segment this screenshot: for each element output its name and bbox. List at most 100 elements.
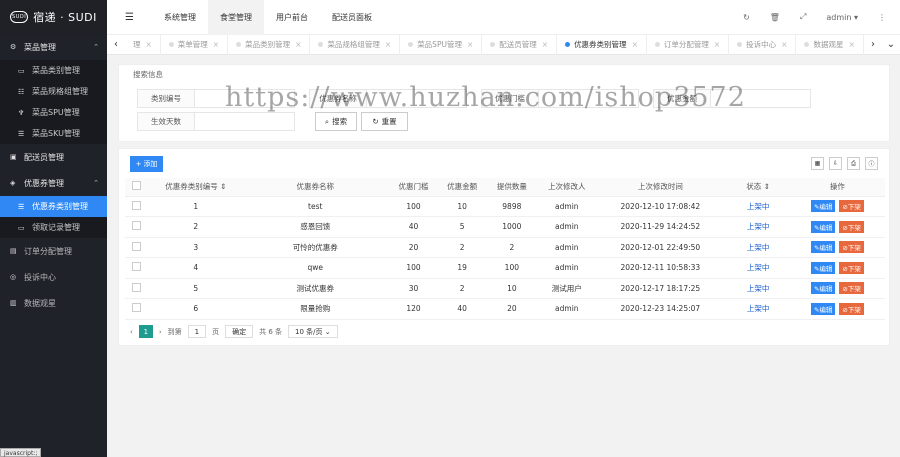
close-icon[interactable]: × bbox=[781, 40, 787, 49]
close-icon[interactable]: × bbox=[714, 40, 720, 49]
search-button[interactable]: ⌕ 搜索 bbox=[315, 112, 357, 131]
page-size-select[interactable]: 10 条/页 ⌄ bbox=[288, 325, 338, 338]
prev-page-icon[interactable]: ‹ bbox=[130, 328, 133, 336]
tab-dot-icon bbox=[804, 42, 810, 47]
edit-button[interactable]: ✎编辑 bbox=[810, 241, 836, 254]
select-all-checkbox[interactable] bbox=[132, 181, 142, 191]
off-shelf-button[interactable]: ⊘下架 bbox=[839, 282, 864, 295]
sidebar-item-claim-records[interactable]: ▭ 领取记录管理 bbox=[0, 217, 107, 238]
tabs-left-arrow-icon[interactable]: ‹ bbox=[107, 39, 125, 50]
off-shelf-button[interactable]: ⊘下架 bbox=[839, 261, 864, 274]
edit-button[interactable]: ✎编辑 bbox=[810, 302, 836, 315]
close-icon[interactable]: × bbox=[848, 40, 854, 49]
tabs-right-arrow-icon[interactable]: › bbox=[864, 39, 882, 50]
tab-item[interactable]: 投诉中心 × bbox=[729, 34, 797, 55]
col-header[interactable]: 优惠券类别编号 ⇕ bbox=[148, 178, 244, 197]
close-icon[interactable]: × bbox=[146, 40, 152, 49]
row-checkbox[interactable] bbox=[132, 241, 142, 251]
sidebar-item-coupon-category[interactable]: ☰ 优惠券类别管理 bbox=[0, 196, 107, 217]
edit-button[interactable]: ✎编辑 bbox=[810, 200, 836, 213]
close-icon[interactable]: × bbox=[542, 40, 548, 49]
row-checkbox[interactable] bbox=[132, 303, 142, 313]
amount-input[interactable] bbox=[711, 89, 811, 108]
tab-item[interactable]: 菜品规格组管理 × bbox=[310, 34, 401, 55]
topnav-canteen[interactable]: 食堂管理 bbox=[208, 0, 264, 35]
sort-icon[interactable]: ⇕ bbox=[764, 182, 770, 191]
row-checkbox[interactable] bbox=[132, 200, 142, 210]
goto-page-input[interactable]: 1 bbox=[187, 325, 207, 338]
row-checkbox[interactable] bbox=[132, 262, 142, 272]
off-shelf-button[interactable]: ⊘下架 bbox=[839, 302, 864, 315]
tab-item[interactable]: 菜品类别管理 × bbox=[228, 34, 311, 55]
topnav-user-front[interactable]: 用户前台 bbox=[264, 0, 320, 35]
topnav-system[interactable]: 系统管理 bbox=[152, 0, 208, 35]
close-icon[interactable]: × bbox=[385, 40, 391, 49]
menu-group-coupons[interactable]: ◈ 优惠券管理 ⌃ bbox=[0, 170, 107, 196]
tab-item[interactable]: 菜品SPU管理 × bbox=[400, 34, 483, 55]
off-shelf-button[interactable]: ⊘下架 bbox=[839, 200, 864, 213]
briefcase-icon: ▣ bbox=[10, 153, 17, 161]
more-icon[interactable]: ⋮ bbox=[878, 13, 886, 22]
threshold-input[interactable] bbox=[539, 89, 639, 108]
sidebar-item-dish-category[interactable]: ▭ 菜品类别管理 bbox=[0, 60, 107, 81]
table-row: 3 可怜的优惠券 20 2 2 admin 2020-12-01 22:49:5… bbox=[125, 237, 885, 258]
trash-icon[interactable]: 🗑 bbox=[770, 13, 780, 22]
close-icon[interactable]: × bbox=[632, 40, 638, 49]
tab-item[interactable]: 配送员管理 × bbox=[482, 34, 558, 55]
menu-toggle-icon[interactable]: ☰ bbox=[107, 12, 152, 23]
off-shelf-button[interactable]: ⊘下架 bbox=[839, 241, 864, 254]
print-icon[interactable]: ⎙ bbox=[847, 157, 860, 170]
off-shelf-button[interactable]: ⊘下架 bbox=[839, 220, 864, 233]
cell-amount: 2 bbox=[439, 278, 485, 299]
next-page-icon[interactable]: › bbox=[159, 328, 162, 336]
logo[interactable]: SUDI 宿递 · SUDI bbox=[0, 0, 107, 34]
close-icon[interactable]: × bbox=[295, 40, 301, 49]
export-icon[interactable]: ⇩ bbox=[829, 157, 842, 170]
columns-icon[interactable]: ▦ bbox=[811, 157, 824, 170]
menu-group-label: 订单分配管理 bbox=[24, 246, 72, 256]
menu-group-orders[interactable]: ▤ 订单分配管理 bbox=[0, 238, 107, 264]
edit-button[interactable]: ✎编辑 bbox=[810, 261, 836, 274]
close-icon[interactable]: × bbox=[467, 40, 473, 49]
current-page[interactable]: 1 bbox=[138, 325, 153, 338]
cell-editor: 测试用户 bbox=[539, 278, 595, 299]
menu-group-stats[interactable]: ▥ 数据观星 bbox=[0, 290, 107, 316]
goto-confirm-button[interactable]: 确定 bbox=[225, 325, 254, 338]
user-menu[interactable]: admin ▾ bbox=[826, 13, 858, 22]
fullscreen-icon[interactable]: ⤢ bbox=[800, 12, 806, 22]
tab-item-active[interactable]: 优惠券类别管理 × bbox=[557, 34, 647, 55]
reset-button[interactable]: ↻ 重置 bbox=[361, 112, 408, 131]
sidebar-item-spec-group[interactable]: ☷ 菜品规格组管理 bbox=[0, 81, 107, 102]
edit-button[interactable]: ✎编辑 bbox=[810, 220, 836, 233]
refresh-icon: ↻ bbox=[372, 117, 379, 126]
menu-group-dishes[interactable]: ⚙ 菜品管理 ⌃ bbox=[0, 34, 107, 60]
tab-item[interactable]: 订单分配管理 × bbox=[647, 34, 730, 55]
cell-status: 上架中 bbox=[726, 237, 790, 258]
tab-label: 投诉中心 bbox=[746, 40, 777, 49]
sidebar-item-spu[interactable]: ♆ 菜品SPU管理 bbox=[0, 102, 107, 123]
info-icon[interactable]: ⓘ bbox=[865, 157, 878, 170]
add-button[interactable]: + 添加 bbox=[130, 156, 163, 172]
field-label: 生效天数 bbox=[137, 112, 195, 131]
category-id-input[interactable] bbox=[195, 89, 295, 108]
row-checkbox[interactable] bbox=[132, 221, 142, 231]
close-icon[interactable]: × bbox=[213, 40, 219, 49]
col-header[interactable]: 状态 ⇕ bbox=[726, 178, 790, 197]
tab-item[interactable]: 菜单管理 × bbox=[161, 34, 229, 55]
menu-group-delivery[interactable]: ▣ 配送员管理 bbox=[0, 144, 107, 170]
tabs-menu-chevron-icon[interactable]: ⌄ bbox=[882, 39, 900, 50]
edit-button[interactable]: ✎编辑 bbox=[810, 282, 836, 295]
reset-button-label: 重置 bbox=[381, 117, 397, 126]
gear-icon: ⚙ bbox=[10, 43, 17, 51]
sort-icon[interactable]: ⇕ bbox=[220, 182, 226, 191]
refresh-icon[interactable]: ↻ bbox=[743, 13, 750, 22]
tab-item[interactable]: 数据观星 × bbox=[796, 34, 864, 55]
topnav-delivery-panel[interactable]: 配送员面板 bbox=[320, 0, 384, 35]
sidebar-item-sku[interactable]: ☰ 菜品SKU管理 bbox=[0, 123, 107, 144]
tab-item[interactable]: 理 × bbox=[125, 34, 161, 55]
row-checkbox[interactable] bbox=[132, 282, 142, 292]
col-header: 优惠门槛 bbox=[387, 178, 440, 197]
coupon-name-input[interactable] bbox=[367, 89, 467, 108]
menu-group-complaints[interactable]: ◎ 投诉中心 bbox=[0, 264, 107, 290]
valid-days-input[interactable] bbox=[195, 112, 295, 131]
